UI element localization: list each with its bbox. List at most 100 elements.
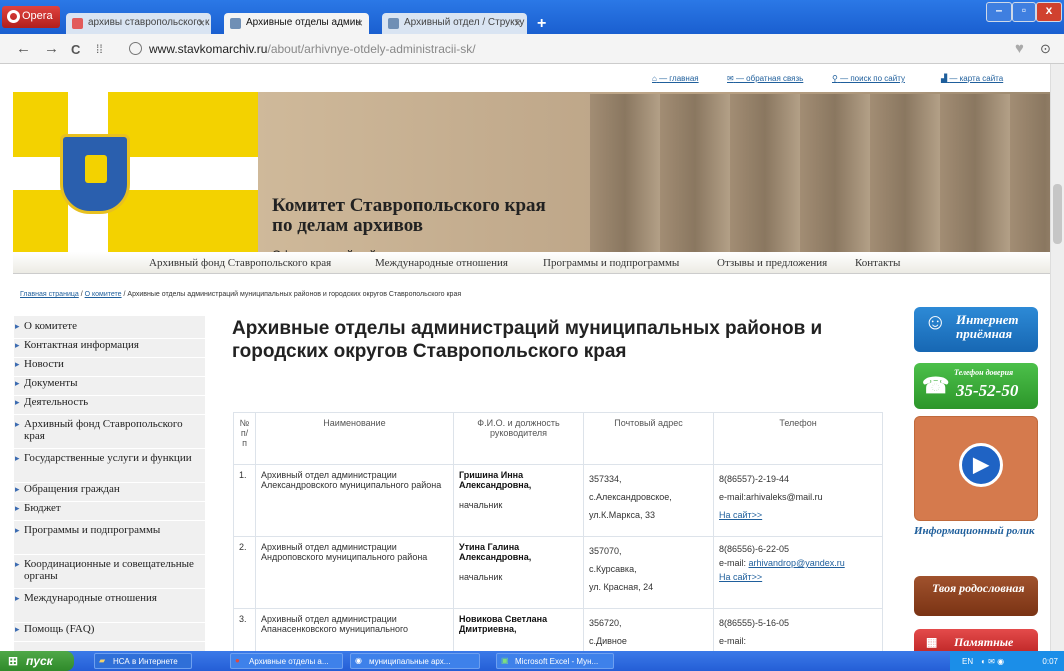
row-number: 3. — [233, 608, 256, 651]
address-host: www.stavkomarchiv.ru — [149, 42, 268, 56]
sitemap-link[interactable]: ▟ — карта сайта — [941, 74, 1003, 83]
taskbar-item-excel[interactable]: ▣ Microsoft Excel - Мун... — [496, 653, 614, 669]
site-title-line2: по делам архивов — [272, 215, 424, 236]
taskbar-item-label: Архивные отделы а... — [249, 657, 329, 666]
minimize-button[interactable]: – — [986, 2, 1012, 22]
hotline-banner[interactable]: ☎ Телефон доверия 35-52-50 — [914, 363, 1038, 409]
breadcrumb-current: / Архивные отделы администраций муниципа… — [121, 291, 462, 298]
breadcrumb: Главная страница / О комитете / Архивные… — [20, 291, 461, 298]
tab-archive-structure[interactable]: Архивный отдел / Структу × — [382, 13, 527, 34]
phone-cell: 8(86556)-6-22-05 e-mail: arhivandrop@yand… — [713, 536, 883, 609]
department-name: Архивный отдел администрации Александров… — [255, 464, 454, 537]
forward-icon[interactable]: → — [44, 40, 59, 57]
taskbar-item-opera[interactable]: ● Архивные отделы а... — [230, 653, 343, 669]
genealogy-banner[interactable]: Твоя родословная — [914, 576, 1038, 616]
address-bar[interactable]: www.stavkomarchiv.ru/about/arhivnye-otde… — [125, 38, 1025, 60]
memorable-dates-banner[interactable]: ▦ Памятные — [914, 629, 1038, 651]
taskbar-item-label: НСА в Интернете — [113, 657, 178, 666]
sidebar-item-documents[interactable]: Документы — [14, 377, 205, 396]
search-link[interactable]: ⚲ — поиск по сайту — [832, 74, 905, 83]
internet-reception-banner[interactable]: ☺ Интернет приёмная — [914, 307, 1038, 352]
sidebar-item-faq[interactable]: Помощь (FAQ) — [14, 623, 205, 642]
sidebar-item-archive-fund[interactable]: Архивный фонд Ставропольского края — [14, 415, 205, 449]
language-indicator[interactable]: EN — [962, 657, 973, 666]
menu-item-programs[interactable]: Программы и подпрограммы — [543, 257, 679, 269]
video-caption[interactable]: Информационный ролик — [914, 524, 1042, 538]
site-link[interactable]: На сайт>> — [719, 572, 762, 582]
opera-menu-button[interactable]: Opera — [2, 6, 60, 28]
menu-item-contacts[interactable]: Контакты — [855, 257, 900, 269]
sidebar-item-contacts[interactable]: Контактная информация — [14, 339, 205, 358]
maximize-button[interactable]: ▫ — [1012, 2, 1036, 22]
sidebar-item-budget[interactable]: Бюджет — [14, 502, 205, 521]
tab-archives-search[interactable]: архивы ставропольского к × — [66, 13, 211, 34]
search-link-label: — поиск по сайту — [840, 74, 905, 83]
sitemap-icon: ▟ — [941, 74, 948, 83]
calendar-icon: ▦ — [926, 635, 938, 649]
site-link[interactable]: На сайт>> — [719, 510, 762, 520]
taskbar-item-label: муниципальные арх... — [369, 657, 451, 666]
excel-icon: ▣ — [501, 656, 509, 665]
close-tab-icon[interactable]: × — [514, 16, 521, 30]
sidebar-item-appeals[interactable]: Обращения граждан — [14, 483, 205, 502]
windows-logo-icon: ⊞ — [8, 654, 19, 668]
taskbar-item-browser[interactable]: ◉ муниципальные арх... — [350, 653, 480, 669]
head-name: Новикова Светлана Дмитриевна, — [459, 614, 548, 634]
address-path: /about/arhivnye-otdely-administracii-sk/ — [267, 42, 476, 56]
sidebar-item-programs[interactable]: Программы и подпрограммы — [14, 521, 205, 555]
column-header-name: Наименование — [255, 412, 454, 465]
close-tab-icon[interactable]: × — [198, 16, 205, 30]
taskbar-item-folder[interactable]: ▰ НСА в Интернете — [94, 653, 192, 669]
yandex-icon — [72, 18, 83, 29]
sidebar-item-councils[interactable]: Координационные и совещательные органы — [14, 555, 205, 589]
navigation-bar: ← → C ⁞⁞ www.stavkomarchiv.ru/about/arhi… — [0, 34, 1064, 64]
download-icon[interactable]: ⊙ — [1040, 41, 1051, 57]
phone-cell: 8(86557)-2-19-44 e-mail:arhivaleks@mail.r… — [713, 464, 883, 537]
page-icon — [230, 18, 241, 29]
department-name: Архивный отдел администрации Андроповско… — [255, 536, 454, 609]
coat-of-arms-logo[interactable] — [60, 134, 130, 214]
menu-item-feedback[interactable]: Отзывы и предложения — [717, 257, 827, 269]
head-cell: Новикова Светлана Дмитриевна, — [453, 608, 584, 651]
address-line: 357070, — [589, 546, 622, 556]
mail-icon: ✉ — [727, 74, 734, 83]
heart-icon[interactable]: ♥ — [1015, 40, 1024, 57]
close-window-button[interactable]: x — [1036, 2, 1062, 22]
title-bar: Opera архивы ставропольского к × Архивные… — [0, 0, 1064, 34]
speed-dial-icon[interactable]: ⁞⁞ — [96, 42, 103, 56]
scrollbar-thumb[interactable] — [1053, 184, 1062, 244]
reload-icon[interactable]: C — [71, 42, 80, 57]
head-cell: Утина Галина Александровна, начальник — [453, 536, 584, 609]
site-title: Комитет Ставропольского края по делам арх… — [272, 196, 546, 236]
sidebar-item-news[interactable]: Новости — [14, 358, 205, 377]
video-thumbnail[interactable]: ▶ — [914, 416, 1038, 521]
tab-archive-departments[interactable]: Архивные отделы админ × — [224, 13, 369, 34]
breadcrumb-home[interactable]: Главная страница — [20, 291, 79, 298]
phone-number: 8(86555)-5-16-05 — [719, 618, 790, 628]
hotline-label: Телефон доверия — [954, 368, 1014, 377]
email: e-mail: arhivandrop@yandex.ru — [719, 556, 877, 570]
menu-item-international[interactable]: Международные отношения — [375, 257, 508, 269]
clock: 0:07 — [1042, 657, 1058, 666]
sidebar-menu: О комитете Контактная информация Новости… — [14, 316, 205, 651]
breadcrumb-section[interactable]: О комитете — [85, 291, 122, 298]
archive-photos-collage — [590, 94, 1050, 254]
back-icon[interactable]: ← — [16, 40, 31, 57]
new-tab-button[interactable]: + — [537, 15, 546, 33]
menu-item-archive-fund[interactable]: Архивный фонд Ставропольского края — [149, 257, 331, 269]
sidebar-item-services[interactable]: Государственные услуги и функции — [14, 449, 205, 483]
flag-graphic — [13, 92, 258, 255]
feedback-link[interactable]: ✉ — обратная связь — [727, 74, 803, 83]
address-cell: 356720, с.Дивное — [583, 608, 714, 651]
home-link[interactable]: ⌂ — главная — [652, 74, 699, 83]
sidebar-item-international[interactable]: Международные отношения — [14, 589, 205, 623]
sidebar-item-activity[interactable]: Деятельность — [14, 396, 205, 415]
start-button[interactable]: ⊞ пуск — [0, 651, 74, 671]
email-link[interactable]: arhivandrop@yandex.ru — [749, 558, 845, 568]
tab-label: Архивные отделы админ — [246, 17, 361, 28]
sidebar-item-about[interactable]: О комитете — [14, 320, 205, 339]
department-name: Архивный отдел администрации Апанасенков… — [255, 608, 454, 651]
vertical-scrollbar[interactable] — [1050, 64, 1064, 651]
head-cell: Гришина Инна Александровна, начальник — [453, 464, 584, 537]
close-tab-icon[interactable]: × — [356, 16, 363, 30]
